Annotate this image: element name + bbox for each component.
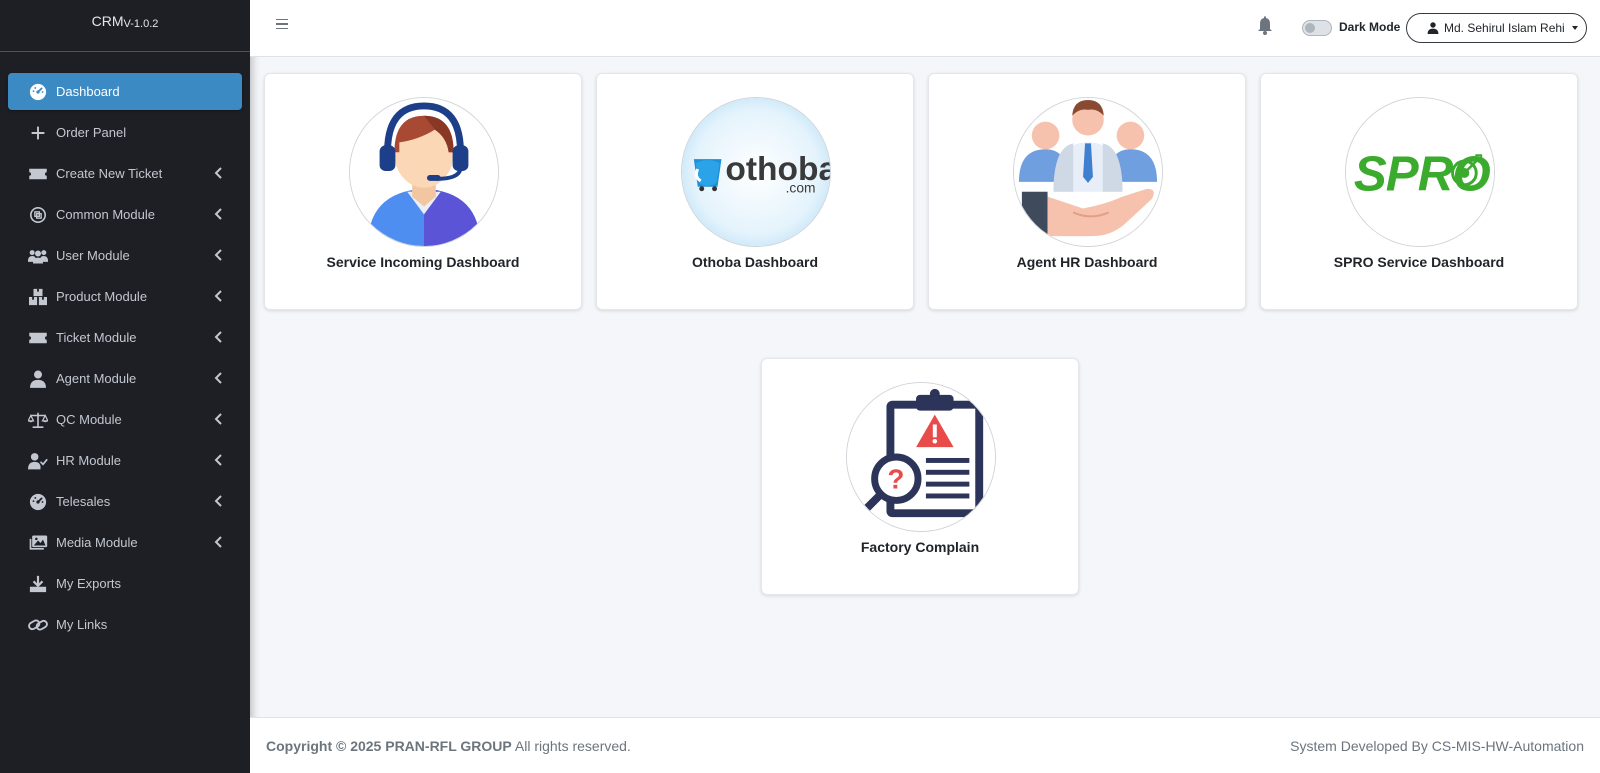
- footer: Copyright © 2025 PRAN-RFL GROUP All righ…: [250, 717, 1600, 773]
- chevron-left-icon: [214, 167, 222, 179]
- chevron-left-icon: [214, 454, 222, 466]
- card-service-incoming-dashboard[interactable]: Service Incoming Dashboard: [264, 73, 582, 310]
- sidebar: CRM V-1.0.2 Dashboard Order Panel Create…: [0, 0, 250, 773]
- card-spro-service-dashboard[interactable]: SPRO SPRO Service Dashboard: [1260, 73, 1578, 310]
- users-icon: [28, 246, 48, 266]
- chevron-left-icon: [214, 495, 222, 507]
- sidebar-item-label: My Links: [56, 617, 108, 632]
- copyright-bold: Copyright © 2025 PRAN-RFL GROUP: [266, 738, 512, 754]
- boxes-icon: [28, 287, 48, 307]
- sidebar-item-label: Ticket Module: [56, 330, 137, 345]
- copyright-rest: All rights reserved.: [511, 738, 631, 754]
- sidebar-item-product-module[interactable]: Product Module: [8, 278, 242, 315]
- sidebar-item-media-module[interactable]: Media Module: [8, 524, 242, 561]
- chevron-left-icon: [214, 290, 222, 302]
- sidebar-item-label: Media Module: [56, 535, 138, 550]
- link-icon: [28, 615, 48, 635]
- plus-icon: [28, 123, 48, 143]
- sidebar-item-label: QC Module: [56, 412, 122, 427]
- chevron-left-icon: [214, 208, 222, 220]
- sidebar-item-label: Dashboard: [56, 84, 120, 99]
- sidebar-item-common-module[interactable]: Common Module: [8, 196, 242, 233]
- chevron-left-icon: [214, 372, 222, 384]
- card-label: Service Incoming Dashboard: [326, 254, 520, 270]
- card-label: Agent HR Dashboard: [1016, 254, 1158, 270]
- sidebar-nav: Dashboard Order Panel Create New Ticket …: [0, 52, 250, 643]
- sidebar-item-my-links[interactable]: My Links: [8, 606, 242, 643]
- sidebar-item-ticket-module[interactable]: Ticket Module: [8, 319, 242, 356]
- download-icon: [28, 574, 48, 594]
- ticket-icon: [28, 328, 48, 348]
- othoba-logo: othoba .com: [681, 97, 831, 247]
- spro-logo: SPRO: [1345, 97, 1495, 247]
- gauge-icon: [28, 492, 48, 512]
- card-factory-complain[interactable]: ? Factory Complain: [761, 358, 1079, 595]
- brand-version: V-1.0.2: [123, 18, 159, 30]
- sidebar-item-agent-module[interactable]: Agent Module: [8, 360, 242, 397]
- sidebar-item-hr-module[interactable]: HR Module: [8, 442, 242, 479]
- chevron-left-icon: [214, 413, 222, 425]
- user-check-icon: [28, 451, 48, 471]
- card-label: Factory Complain: [860, 539, 980, 555]
- sidebar-item-label: Product Module: [56, 289, 148, 304]
- sidebar-item-label: User Module: [56, 248, 130, 263]
- user-icon: [28, 369, 48, 389]
- card-label: Othoba Dashboard: [691, 254, 818, 270]
- sidebar-item-label: Order Panel: [56, 125, 127, 140]
- othoba-logo-sub: .com: [786, 180, 816, 196]
- sidebar-item-label: Agent Module: [56, 371, 137, 386]
- chevron-left-icon: [214, 249, 222, 261]
- spro-logo-text: SPRO: [1354, 147, 1490, 202]
- sidebar-item-qc-module[interactable]: QC Module: [8, 401, 242, 438]
- gauge-icon: [28, 82, 48, 102]
- sidebar-item-label: Create New Ticket: [56, 166, 163, 181]
- brand-name: CRM: [91, 13, 124, 29]
- balance-scale-icon: [28, 410, 48, 430]
- user-dropdown-button[interactable]: Md. Sehirul Islam Rehi: [1406, 13, 1587, 43]
- sidebar-item-order-panel[interactable]: Order Panel: [8, 114, 242, 151]
- chevron-left-icon: [214, 536, 222, 548]
- top-navbar: Dark Mode Md. Sehirul Islam Rehi: [250, 0, 1600, 57]
- brand-logo[interactable]: CRM V-1.0.2: [0, 0, 250, 52]
- hr-team-hand-icon: [1013, 97, 1163, 247]
- images-icon: [28, 533, 48, 553]
- ticket-icon: [28, 164, 48, 184]
- sidebar-item-create-new-ticket[interactable]: Create New Ticket: [8, 155, 242, 192]
- sidebar-item-my-exports[interactable]: My Exports: [8, 565, 242, 602]
- hamburger-icon[interactable]: [276, 16, 292, 32]
- dark-mode-toggle[interactable]: [1302, 20, 1332, 36]
- sidebar-item-label: HR Module: [56, 453, 122, 468]
- card-label: SPRO Service Dashboard: [1333, 254, 1505, 270]
- caret-down-icon: [1571, 26, 1578, 30]
- card-agent-hr-dashboard[interactable]: Agent HR Dashboard: [928, 73, 1246, 310]
- user-name: Md. Sehirul Islam Rehi: [1444, 21, 1565, 35]
- card-othoba-dashboard[interactable]: othoba .com Othoba Dashboard: [596, 73, 914, 310]
- sidebar-item-user-module[interactable]: User Module: [8, 237, 242, 274]
- sidebar-item-label: My Exports: [56, 576, 122, 591]
- user-icon: [1427, 22, 1439, 34]
- svg-text:?: ?: [887, 464, 904, 495]
- clipboard-warning-icon: ?: [846, 382, 996, 532]
- footer-copyright: Copyright © 2025 PRAN-RFL GROUP All righ…: [266, 738, 631, 754]
- dark-mode-label: Dark Mode: [1339, 20, 1401, 34]
- call-center-agent-icon: [349, 97, 499, 247]
- footer-developer: System Developed By CS-MIS-HW-Automation: [1290, 738, 1584, 754]
- sidebar-item-label: Telesales: [56, 494, 111, 509]
- chevron-left-icon: [214, 331, 222, 343]
- sidebar-item-label: Common Module: [56, 207, 155, 222]
- sidebar-item-telesales[interactable]: Telesales: [8, 483, 242, 520]
- copyright-icon: [28, 205, 48, 225]
- bell-icon[interactable]: [1255, 16, 1275, 36]
- toggle-knob: [1305, 23, 1315, 33]
- sidebar-item-dashboard[interactable]: Dashboard: [8, 73, 242, 110]
